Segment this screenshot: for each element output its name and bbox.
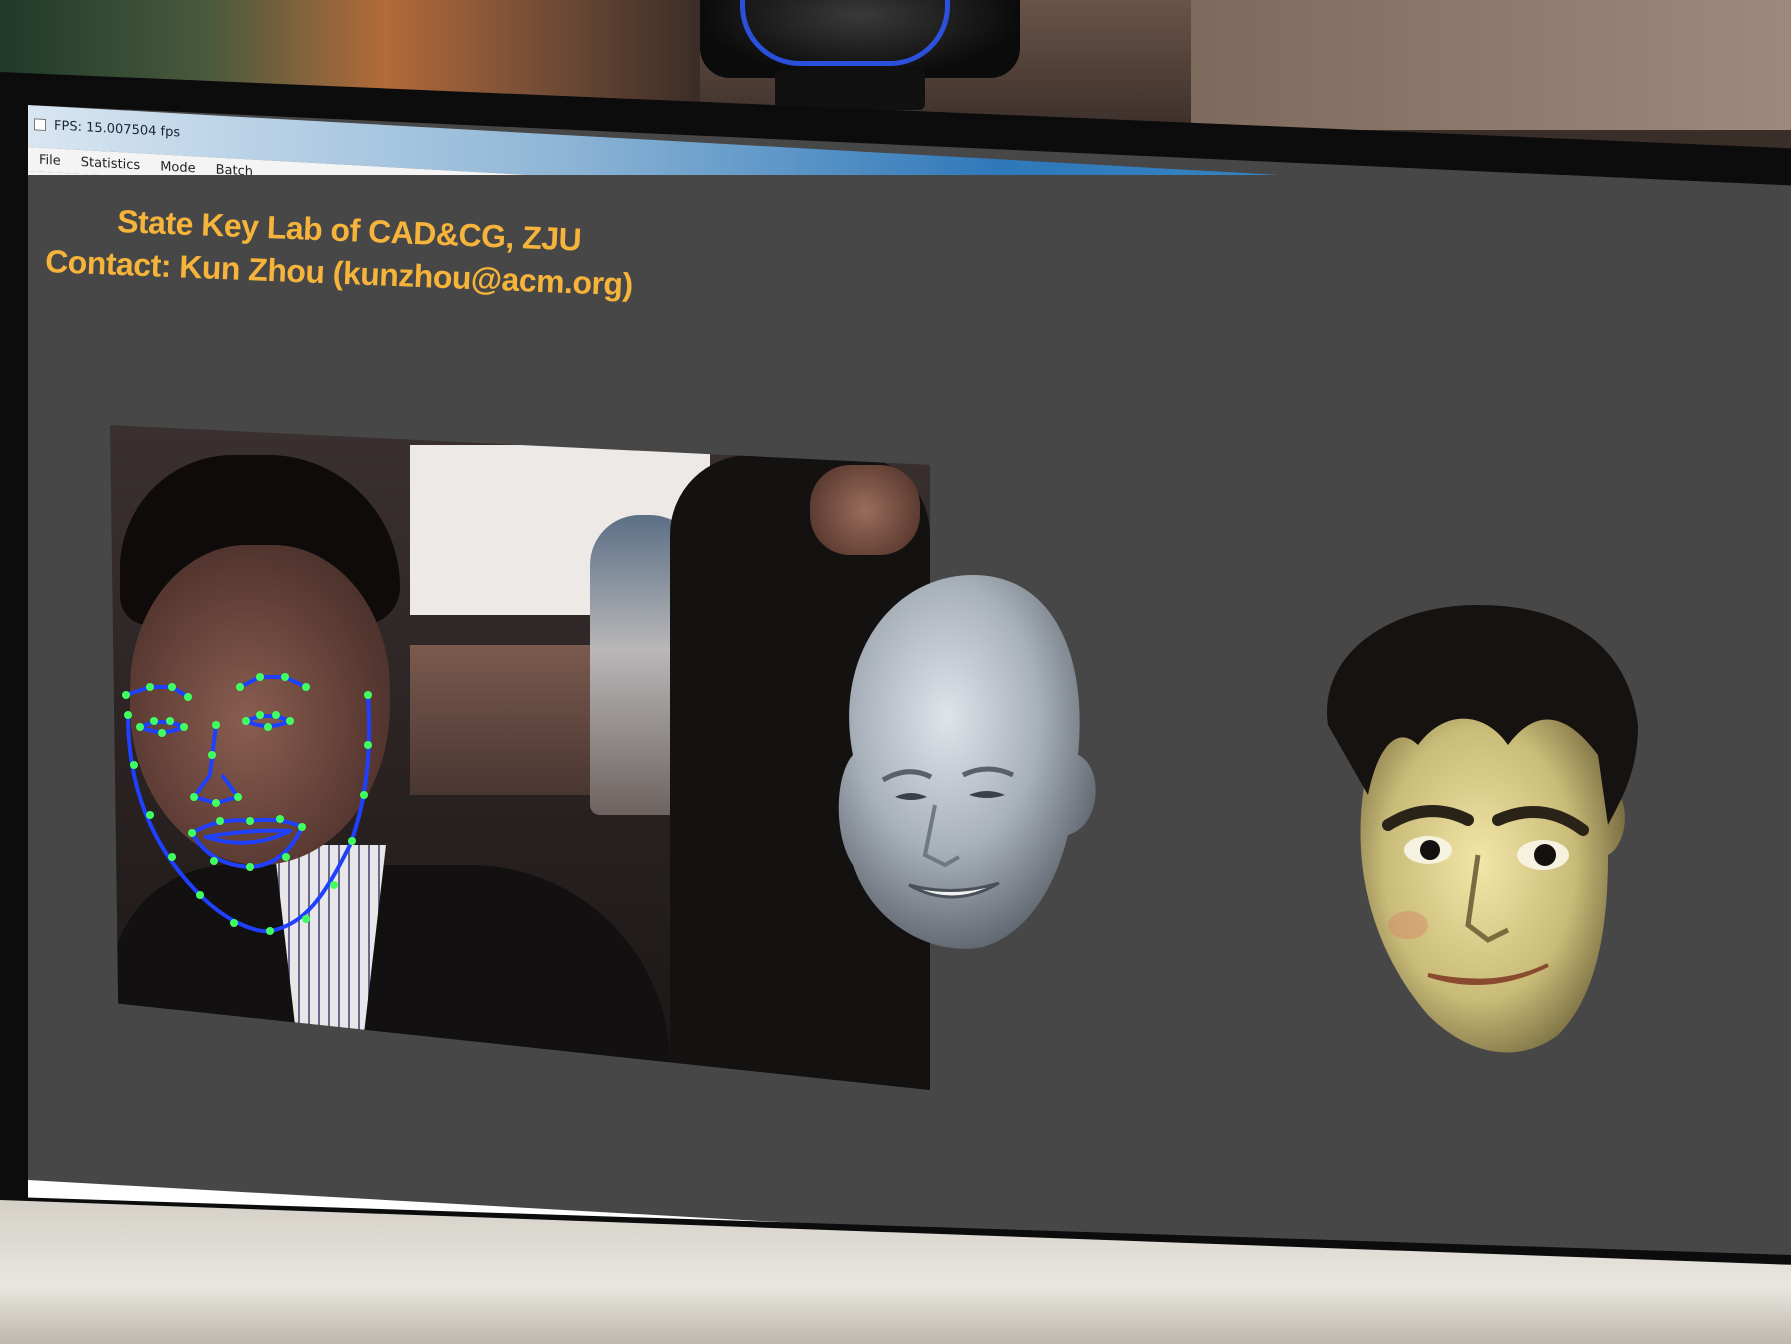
landmark-inner-lips [204, 828, 292, 845]
webcam-mount [775, 70, 925, 110]
window-app-icon [34, 118, 46, 132]
landmark-points [122, 673, 372, 935]
landmark-right-brow [239, 675, 307, 689]
landmark-left-brow [125, 685, 190, 699]
neutral-3d-head-model [838, 575, 1096, 949]
webcam-light-ring [740, 0, 950, 66]
menu-mode[interactable]: Mode [157, 159, 198, 176]
render-canvas: State Key Lab of CAD&CG, ZJU Contact: Ku… [28, 175, 1791, 1175]
menu-file[interactable]: File [36, 152, 64, 169]
window-title: FPS: 15.007504 fps [54, 118, 181, 141]
landmark-nose [192, 724, 240, 805]
room-wall-right [1191, 0, 1791, 130]
webcam-video-feed [110, 425, 930, 1090]
monitor-screen: FPS: 15.007504 fps File Statistics Mode … [28, 105, 1791, 1255]
menu-statistics[interactable]: Statistics [78, 154, 143, 173]
face-landmark-overlay [122, 673, 372, 935]
cartoon-avatar-head [1327, 605, 1638, 1053]
